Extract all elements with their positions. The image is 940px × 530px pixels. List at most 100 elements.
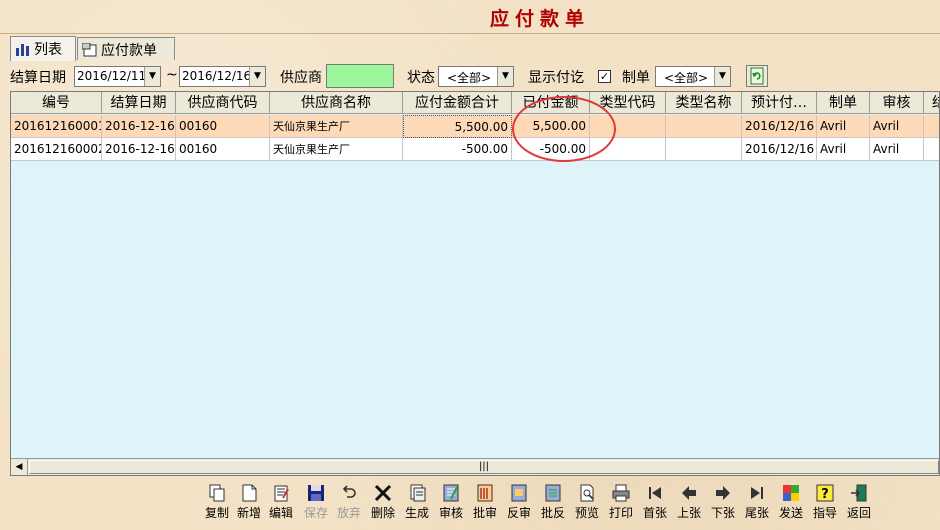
col-header-maker[interactable]: 制单 <box>817 92 870 114</box>
bar-chart-icon <box>16 44 29 56</box>
maker-label: 制单 <box>622 70 650 86</box>
cell-supplier-name: 天仙京果生产厂 <box>270 115 403 138</box>
delete-button[interactable]: 删除 <box>366 482 400 528</box>
new-button[interactable]: 新增 <box>232 482 266 528</box>
date-from-value: 2016/12/11 <box>77 69 147 83</box>
batch-unaudit-button[interactable]: 批反 <box>536 482 570 528</box>
undo-icon <box>342 485 356 498</box>
last-button[interactable]: 尾张 <box>740 482 774 528</box>
edit-icon <box>274 485 289 502</box>
chevron-down-icon[interactable]: ▼ <box>144 67 160 86</box>
cell-supplier-name: 天仙京果生产厂 <box>270 138 403 161</box>
maker-select[interactable]: <全部> ▼ <box>655 66 731 87</box>
tab-payable-form-label: 应付款单 <box>101 43 157 59</box>
prev-icon <box>682 486 696 500</box>
edit-label: 编辑 <box>268 506 293 520</box>
cell-type-code <box>590 138 666 161</box>
audit-icon <box>443 484 459 502</box>
delete-icon <box>374 484 392 502</box>
preview-icon <box>580 484 594 502</box>
col-header-supplier-name[interactable]: 供应商名称 <box>270 92 403 114</box>
help-button[interactable]: ? 指导 <box>808 482 842 528</box>
cell-number: 201612160002 <box>11 138 102 161</box>
preview-button[interactable]: 预览 <box>570 482 604 528</box>
tab-list-label: 列表 <box>34 42 62 58</box>
col-header-paid-amount[interactable]: 已付金额 <box>512 92 590 114</box>
unaudit-button[interactable]: 反审 <box>502 482 536 528</box>
chevron-down-icon[interactable]: ▼ <box>249 67 265 86</box>
col-header-settle[interactable]: 结 <box>924 92 939 114</box>
col-header-payable-total[interactable]: 应付金额合计 <box>403 92 512 114</box>
col-header-type-code[interactable]: 类型代码 <box>590 92 666 114</box>
save-icon <box>308 485 324 501</box>
svg-text:?: ? <box>821 487 829 502</box>
batch-unaudit-label: 批反 <box>540 506 565 520</box>
prev-button[interactable]: 上张 <box>672 482 706 528</box>
discard-button[interactable]: 放弃 <box>332 482 366 528</box>
scroll-left-icon[interactable]: ◀ <box>11 459 28 475</box>
horizontal-scrollbar[interactable]: ◀ ||| <box>11 458 939 475</box>
exit-button[interactable]: 返回 <box>842 482 876 528</box>
cell-auditor: Avril <box>870 115 924 138</box>
supplier-input[interactable] <box>326 64 394 88</box>
exit-label: 返回 <box>846 506 871 520</box>
audit-button[interactable]: 审核 <box>434 482 468 528</box>
first-icon <box>649 487 661 499</box>
chevron-down-icon[interactable]: ▼ <box>497 67 513 86</box>
cell-type-code <box>590 115 666 138</box>
refresh-icon <box>750 67 764 85</box>
status-value: <全部> <box>446 71 492 85</box>
help-label: 指导 <box>812 506 837 520</box>
first-label: 首张 <box>642 506 667 520</box>
col-header-expected-pay[interactable]: 预计付… <box>742 92 817 114</box>
maker-value: <全部> <box>663 71 709 85</box>
last-icon <box>751 487 763 499</box>
supplier-label: 供应商 <box>280 70 322 86</box>
chevron-down-icon[interactable]: ▼ <box>714 67 730 86</box>
filter-bar: 结算日期 2016/12/11 ▼ ~ 2016/12/16 ▼ 供应商 状态 … <box>0 62 940 90</box>
cell-payable-total: 5,500.00 <box>403 115 512 138</box>
batch-unaudit-icon <box>545 484 561 502</box>
col-header-supplier-code[interactable]: 供应商代码 <box>176 92 270 114</box>
scroll-thumb[interactable]: ||| <box>29 460 939 474</box>
send-button[interactable]: 发送 <box>774 482 808 528</box>
discard-label: 放弃 <box>336 506 361 520</box>
cell-settle-date: 2016-12-16 <box>102 138 176 161</box>
edit-button[interactable]: 编辑 <box>264 482 298 528</box>
cell-expected-pay: 2016/12/16 <box>742 138 817 161</box>
data-grid[interactable]: 编号 结算日期 供应商代码 供应商名称 应付金额合计 已付金额 类型代码 类型名… <box>10 91 940 476</box>
cell-type-name <box>666 115 742 138</box>
unaudit-label: 反审 <box>506 506 531 520</box>
exit-icon <box>851 484 867 502</box>
first-button[interactable]: 首张 <box>638 482 672 528</box>
col-header-auditor[interactable]: 审核 <box>870 92 924 114</box>
date-to-picker[interactable]: 2016/12/16 ▼ <box>179 66 266 87</box>
date-from-picker[interactable]: 2016/12/11 ▼ <box>74 66 161 87</box>
col-header-settle-date[interactable]: 结算日期 <box>102 92 176 114</box>
tab-list[interactable]: 列表 <box>10 36 76 61</box>
status-label: 状态 <box>407 70 435 86</box>
print-label: 打印 <box>608 506 633 520</box>
table-row[interactable]: 201612160001 2016-12-16 00160 天仙京果生产厂 5,… <box>11 115 939 138</box>
next-icon <box>716 486 730 500</box>
prev-label: 上张 <box>676 506 701 520</box>
generate-button[interactable]: 生成 <box>400 482 434 528</box>
refresh-button[interactable] <box>746 65 768 87</box>
new-label: 新增 <box>236 506 261 520</box>
cell-auditor: Avril <box>870 138 924 161</box>
cell-paid-amount: 5,500.00 <box>512 115 590 138</box>
copy-button[interactable]: 复制 <box>200 482 234 528</box>
batch-audit-button[interactable]: 批审 <box>468 482 502 528</box>
status-select[interactable]: <全部> ▼ <box>438 66 514 87</box>
show-paid-checkbox[interactable]: ✓ <box>598 70 611 83</box>
save-button[interactable]: 保存 <box>299 482 333 528</box>
cell-number: 201612160001 <box>11 115 102 138</box>
table-row[interactable]: 201612160002 2016-12-16 00160 天仙京果生产厂 -5… <box>11 138 939 161</box>
date-separator: ~ <box>166 67 178 83</box>
print-button[interactable]: 打印 <box>604 482 638 528</box>
col-header-number[interactable]: 编号 <box>11 92 102 114</box>
tab-payable-form[interactable]: 应付款单 <box>77 37 175 60</box>
cell-paid-amount: -500.00 <box>512 138 590 161</box>
next-button[interactable]: 下张 <box>706 482 740 528</box>
col-header-type-name[interactable]: 类型名称 <box>666 92 742 114</box>
